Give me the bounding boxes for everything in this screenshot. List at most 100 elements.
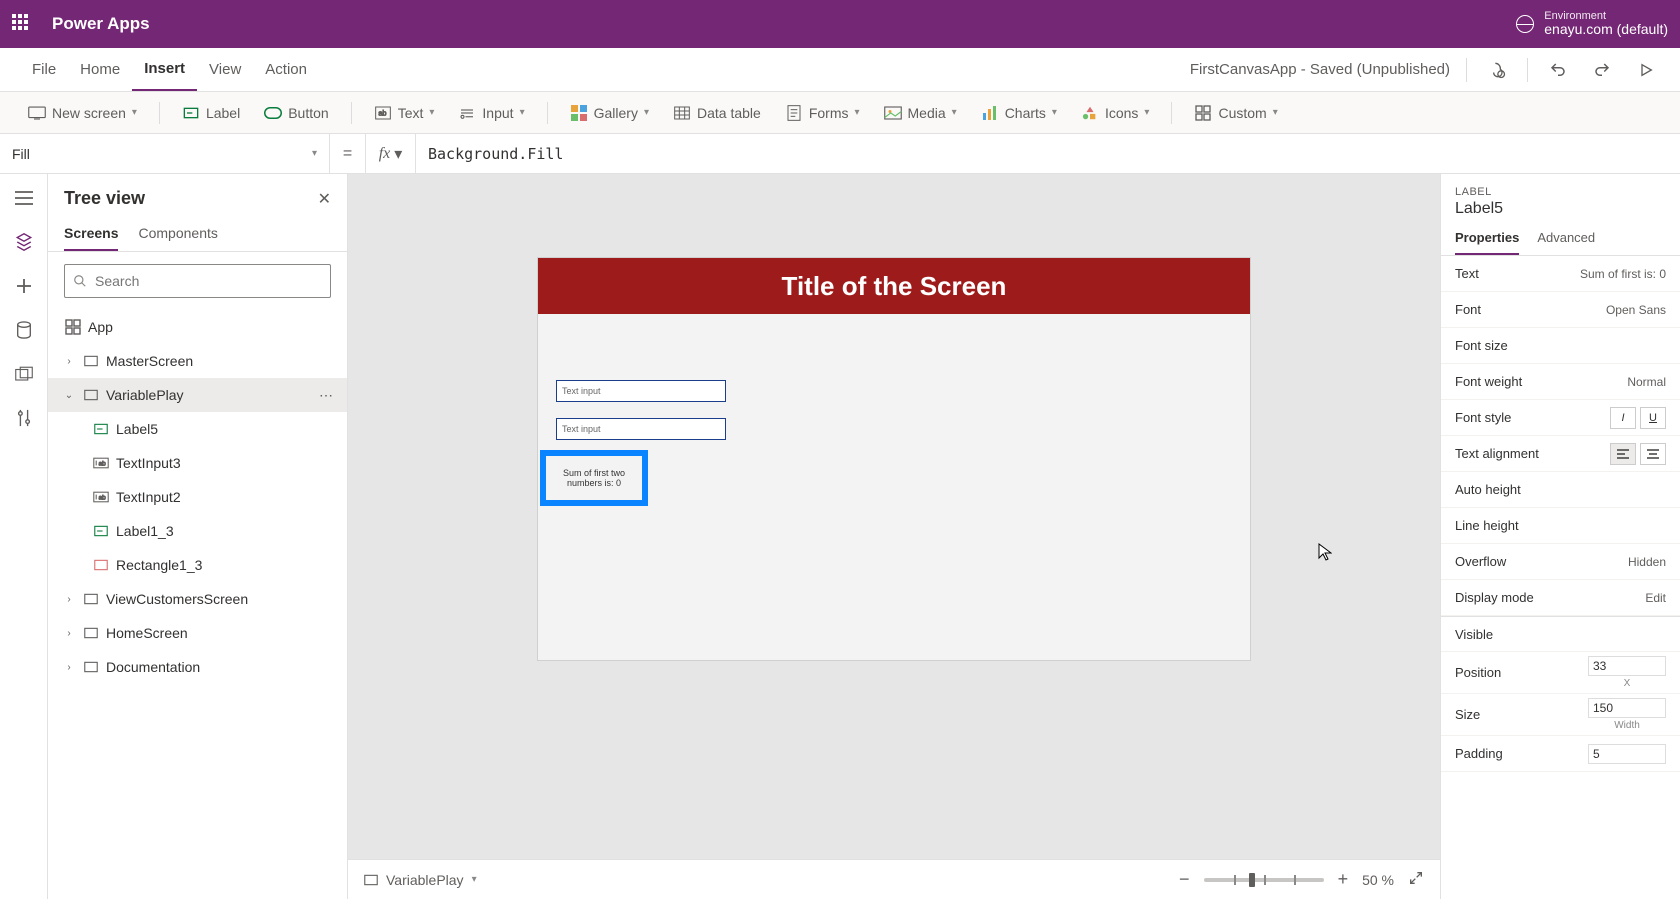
- prop-font-size[interactable]: Font size: [1441, 328, 1680, 364]
- play-button[interactable]: [1632, 56, 1660, 84]
- tab-components[interactable]: Components: [138, 217, 217, 251]
- button-button[interactable]: Button: [256, 100, 336, 126]
- fit-screen-button[interactable]: [1408, 870, 1424, 889]
- prop-font-style[interactable]: Font style I U: [1441, 400, 1680, 436]
- redo-button[interactable]: [1588, 56, 1616, 84]
- prop-auto-height[interactable]: Auto height: [1441, 472, 1680, 508]
- label-icon: [92, 420, 110, 438]
- tree-label1-3[interactable]: Label1_3: [48, 514, 347, 548]
- padding-input[interactable]: [1588, 744, 1666, 764]
- tree-rectangle1-3[interactable]: Rectangle1_3: [48, 548, 347, 582]
- prop-display-mode[interactable]: Display mode Edit: [1441, 580, 1680, 616]
- app-launcher-icon[interactable]: [12, 14, 32, 34]
- chevron-right-icon[interactable]: ›: [62, 662, 76, 673]
- screen-selector[interactable]: VariablePlay ▾: [364, 872, 477, 888]
- new-screen-button[interactable]: New screen▾: [20, 100, 145, 126]
- label-button[interactable]: Label: [174, 100, 248, 126]
- tree-homescreen[interactable]: › HomeScreen: [48, 616, 347, 650]
- italic-toggle[interactable]: I: [1610, 407, 1636, 429]
- formula-bar: Fill ▾ = fx▾ Background.Fill: [0, 134, 1680, 174]
- canvas-textinput-2[interactable]: Text input: [556, 418, 726, 440]
- tree-viewcustomers[interactable]: › ViewCustomersScreen: [48, 582, 347, 616]
- rectangle-icon: [92, 556, 110, 574]
- media-rail-icon[interactable]: [12, 362, 36, 386]
- environment-picker[interactable]: Environment enayu.com (default): [1516, 10, 1668, 37]
- forms-menu[interactable]: Forms▾: [777, 100, 868, 126]
- chevron-right-icon[interactable]: ›: [62, 594, 76, 605]
- menu-file[interactable]: File: [20, 48, 68, 91]
- prop-text-alignment[interactable]: Text alignment: [1441, 436, 1680, 472]
- chevron-down-icon[interactable]: ⌄: [62, 390, 76, 401]
- prop-padding[interactable]: Padding: [1441, 736, 1680, 772]
- text-menu[interactable]: ab Text▾: [366, 100, 443, 126]
- icons-icon: [1081, 104, 1099, 122]
- data-table-button[interactable]: Data table: [665, 100, 769, 126]
- tree-textinput3[interactable]: ab TextInput3: [48, 446, 347, 480]
- screen-icon: [28, 104, 46, 122]
- more-icon[interactable]: ⋯: [313, 387, 339, 404]
- canvas-status-bar: VariablePlay ▾ − + 50 %: [348, 859, 1440, 899]
- data-rail-icon[interactable]: [12, 318, 36, 342]
- tree-documentation[interactable]: › Documentation: [48, 650, 347, 684]
- canvas-screen[interactable]: Title of the Screen Text input Text inpu…: [538, 258, 1250, 660]
- fx-button[interactable]: fx▾: [366, 134, 416, 173]
- equals-label: =: [330, 134, 366, 173]
- prop-size[interactable]: Size Width: [1441, 694, 1680, 736]
- insert-ribbon: New screen▾ Label Button ab Text▾ Input▾…: [0, 92, 1680, 134]
- zoom-in-button[interactable]: +: [1338, 869, 1349, 890]
- zoom-out-button[interactable]: −: [1179, 869, 1190, 890]
- menu-home[interactable]: Home: [68, 48, 132, 91]
- property-selector[interactable]: Fill ▾: [0, 134, 330, 173]
- underline-toggle[interactable]: U: [1640, 407, 1666, 429]
- tree-label5[interactable]: Label5: [48, 412, 347, 446]
- media-menu[interactable]: Media▾: [876, 100, 965, 126]
- menu-insert[interactable]: Insert: [132, 48, 197, 91]
- insert-rail-icon[interactable]: [12, 274, 36, 298]
- size-width-input[interactable]: [1588, 698, 1666, 718]
- tab-properties[interactable]: Properties: [1455, 230, 1519, 255]
- hamburger-icon[interactable]: [12, 186, 36, 210]
- app-checker-icon[interactable]: [1483, 56, 1511, 84]
- prop-overflow[interactable]: Overflow Hidden: [1441, 544, 1680, 580]
- charts-menu[interactable]: Charts▾: [973, 100, 1065, 126]
- position-x-input[interactable]: [1588, 656, 1666, 676]
- tree-variableplay[interactable]: ⌄ VariablePlay ⋯: [48, 378, 347, 412]
- screen-icon: [82, 590, 100, 608]
- align-left-button[interactable]: [1610, 443, 1636, 465]
- canvas-textinput-1[interactable]: Text input: [556, 380, 726, 402]
- menu-action[interactable]: Action: [253, 48, 319, 91]
- align-center-button[interactable]: [1640, 443, 1666, 465]
- tree-app[interactable]: App: [48, 310, 347, 344]
- menu-view[interactable]: View: [197, 48, 253, 91]
- chevron-right-icon[interactable]: ›: [62, 628, 76, 639]
- prop-text[interactable]: Text Sum of first is: 0: [1441, 256, 1680, 292]
- canvas-label5-selected[interactable]: Sum of first two numbers is: 0: [540, 450, 648, 506]
- tree-textinput2[interactable]: ab TextInput2: [48, 480, 347, 514]
- search-box[interactable]: [64, 264, 331, 298]
- close-icon[interactable]: ✕: [318, 189, 331, 209]
- canvas-title-label[interactable]: Title of the Screen: [782, 271, 1007, 302]
- prop-position[interactable]: Position X: [1441, 652, 1680, 694]
- prop-line-height[interactable]: Line height: [1441, 508, 1680, 544]
- formula-input[interactable]: Background.Fill: [416, 134, 1680, 173]
- prop-font-weight[interactable]: Font weight Normal: [1441, 364, 1680, 400]
- prop-visible[interactable]: Visible: [1441, 616, 1680, 652]
- undo-button[interactable]: [1544, 56, 1572, 84]
- tree-masterscreen[interactable]: › MasterScreen: [48, 344, 347, 378]
- gallery-icon: [570, 104, 588, 122]
- input-menu[interactable]: Input▾: [450, 100, 532, 126]
- icons-menu[interactable]: Icons▾: [1073, 100, 1158, 126]
- text-icon: ab: [374, 104, 392, 122]
- advanced-tools-icon[interactable]: [12, 406, 36, 430]
- tab-advanced[interactable]: Advanced: [1537, 230, 1595, 255]
- label-icon: [182, 104, 200, 122]
- tab-screens[interactable]: Screens: [64, 217, 118, 251]
- prop-font[interactable]: Font Open Sans: [1441, 292, 1680, 328]
- zoom-slider[interactable]: [1204, 878, 1324, 882]
- chevron-right-icon[interactable]: ›: [62, 356, 76, 367]
- canvas-header-rect[interactable]: Title of the Screen: [538, 258, 1250, 314]
- search-input[interactable]: [95, 273, 322, 289]
- custom-menu[interactable]: Custom▾: [1186, 100, 1285, 126]
- tree-view-icon[interactable]: [12, 230, 36, 254]
- gallery-menu[interactable]: Gallery▾: [562, 100, 657, 126]
